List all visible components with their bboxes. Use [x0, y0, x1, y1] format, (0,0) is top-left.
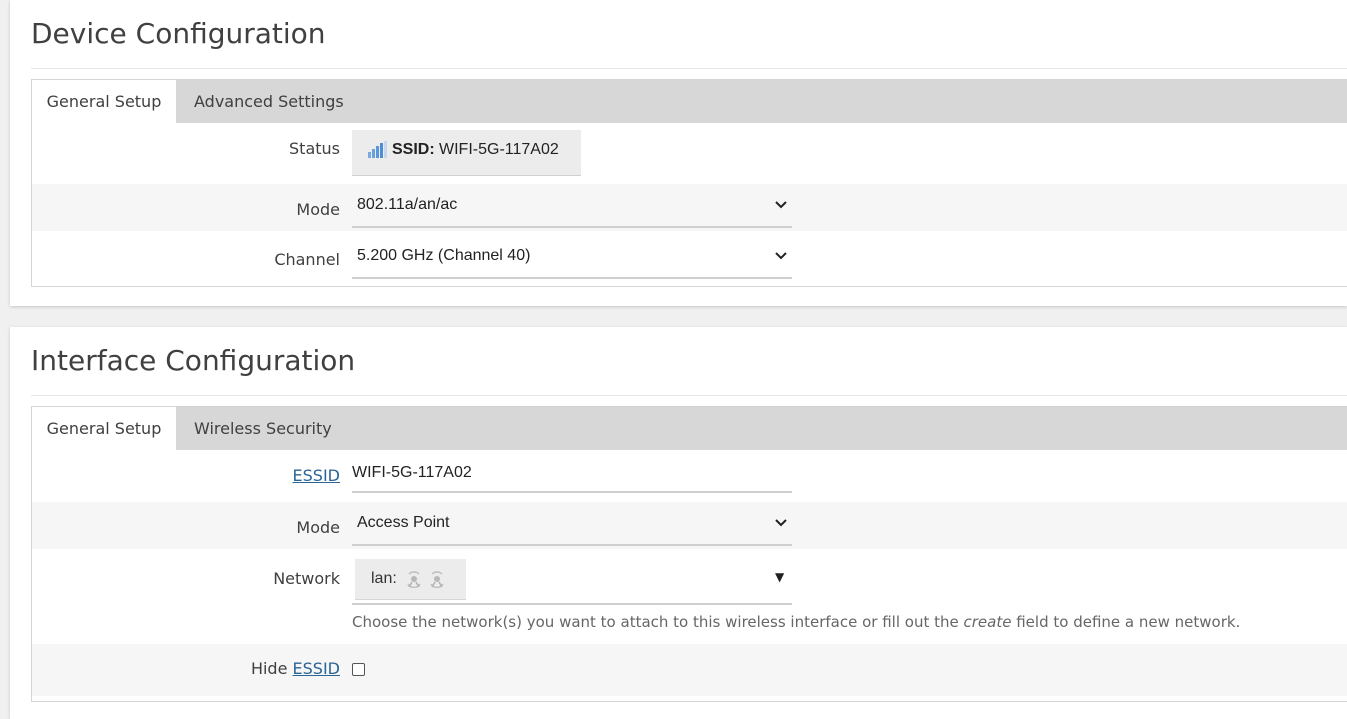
- device-config-box: General Setup Advanced Settings Status S…: [31, 79, 1347, 287]
- status-badge: SSID: WIFI-5G-117A02: [352, 130, 581, 176]
- device-configuration-title: Device Configuration: [31, 17, 326, 50]
- interface-tab-bar: General Setup Wireless Security: [32, 407, 1347, 450]
- device-tab-bar: General Setup Advanced Settings: [32, 80, 1347, 123]
- network-label: Network: [273, 569, 340, 588]
- divider: [31, 395, 1347, 396]
- network-select[interactable]: lan: ▼: [352, 549, 792, 605]
- tab-general-setup[interactable]: General Setup: [32, 80, 176, 123]
- mode-select[interactable]: 802.11a/an/ac: [352, 190, 792, 228]
- ssid-value: WIFI-5G-117A02: [439, 141, 559, 158]
- channel-select[interactable]: 5.200 GHz (Channel 40): [352, 241, 792, 279]
- wifi-interface-icon: [430, 571, 444, 588]
- network-chip-label: lan:: [371, 570, 397, 587]
- mode-select-value: 802.11a/an/ac: [357, 196, 458, 213]
- chevron-down-icon: [775, 252, 787, 260]
- tab-general-setup[interactable]: General Setup: [32, 407, 176, 450]
- channel-row: Channel 5.200 GHz (Channel 40): [32, 231, 1347, 285]
- hide-essid-checkbox[interactable]: [352, 663, 365, 676]
- mode-row: Mode 802.11a/an/ac: [32, 184, 1347, 231]
- interface-mode-label: Mode: [296, 518, 340, 537]
- network-chip: lan:: [355, 559, 466, 600]
- hide-essid-label-prefix: Hide: [250, 659, 288, 678]
- channel-select-value: 5.200 GHz (Channel 40): [357, 247, 531, 264]
- interface-mode-row: Mode Access Point: [32, 502, 1347, 549]
- chevron-down-icon: [775, 519, 787, 527]
- interface-config-box: General Setup Wireless Security ESSID WI…: [31, 406, 1347, 702]
- interface-mode-select-value: Access Point: [357, 514, 450, 531]
- chevron-down-icon: [775, 201, 787, 209]
- network-help-text: Choose the network(s) you want to attach…: [352, 613, 1240, 631]
- tab-wireless-security[interactable]: Wireless Security: [194, 407, 332, 450]
- device-configuration-panel: Device Configuration General Setup Advan…: [10, 0, 1347, 306]
- divider: [31, 68, 1347, 69]
- caret-down-icon: ▼: [775, 570, 785, 584]
- mode-label: Mode: [296, 200, 340, 219]
- hint-text-before: Choose the network(s) you want to attach…: [352, 613, 959, 631]
- hint-text-after: field to define a new network.: [1016, 613, 1241, 631]
- wifi-interface-icon: [407, 571, 421, 588]
- essid-input-value: WIFI-5G-117A02: [352, 464, 472, 481]
- channel-label: Channel: [274, 250, 340, 269]
- hint-text-emphasis: create: [963, 613, 1012, 631]
- essid-link[interactable]: ESSID: [293, 466, 340, 485]
- interface-configuration-panel: Interface Configuration General Setup Wi…: [10, 327, 1347, 719]
- ssid-key: SSID:: [392, 141, 435, 158]
- hide-essid-row: Hide ESSID: [32, 644, 1347, 696]
- hide-essid-label: Hide ESSID: [251, 659, 340, 678]
- signal-bars-icon: [368, 141, 387, 158]
- status-label: Status: [289, 139, 340, 158]
- essid-label: ESSID: [293, 466, 340, 485]
- interface-configuration-title: Interface Configuration: [31, 344, 356, 377]
- network-row: Network lan: ▼ Choose the network(s) you…: [32, 549, 1347, 644]
- hide-essid-link[interactable]: ESSID: [293, 659, 340, 678]
- interface-mode-select[interactable]: Access Point: [352, 508, 792, 546]
- essid-row: ESSID WIFI-5G-117A02: [32, 450, 1347, 502]
- essid-input[interactable]: WIFI-5G-117A02: [352, 450, 792, 493]
- status-row: Status SSID: WIFI-5G-117A02: [32, 123, 1347, 184]
- tab-advanced-settings[interactable]: Advanced Settings: [194, 80, 344, 123]
